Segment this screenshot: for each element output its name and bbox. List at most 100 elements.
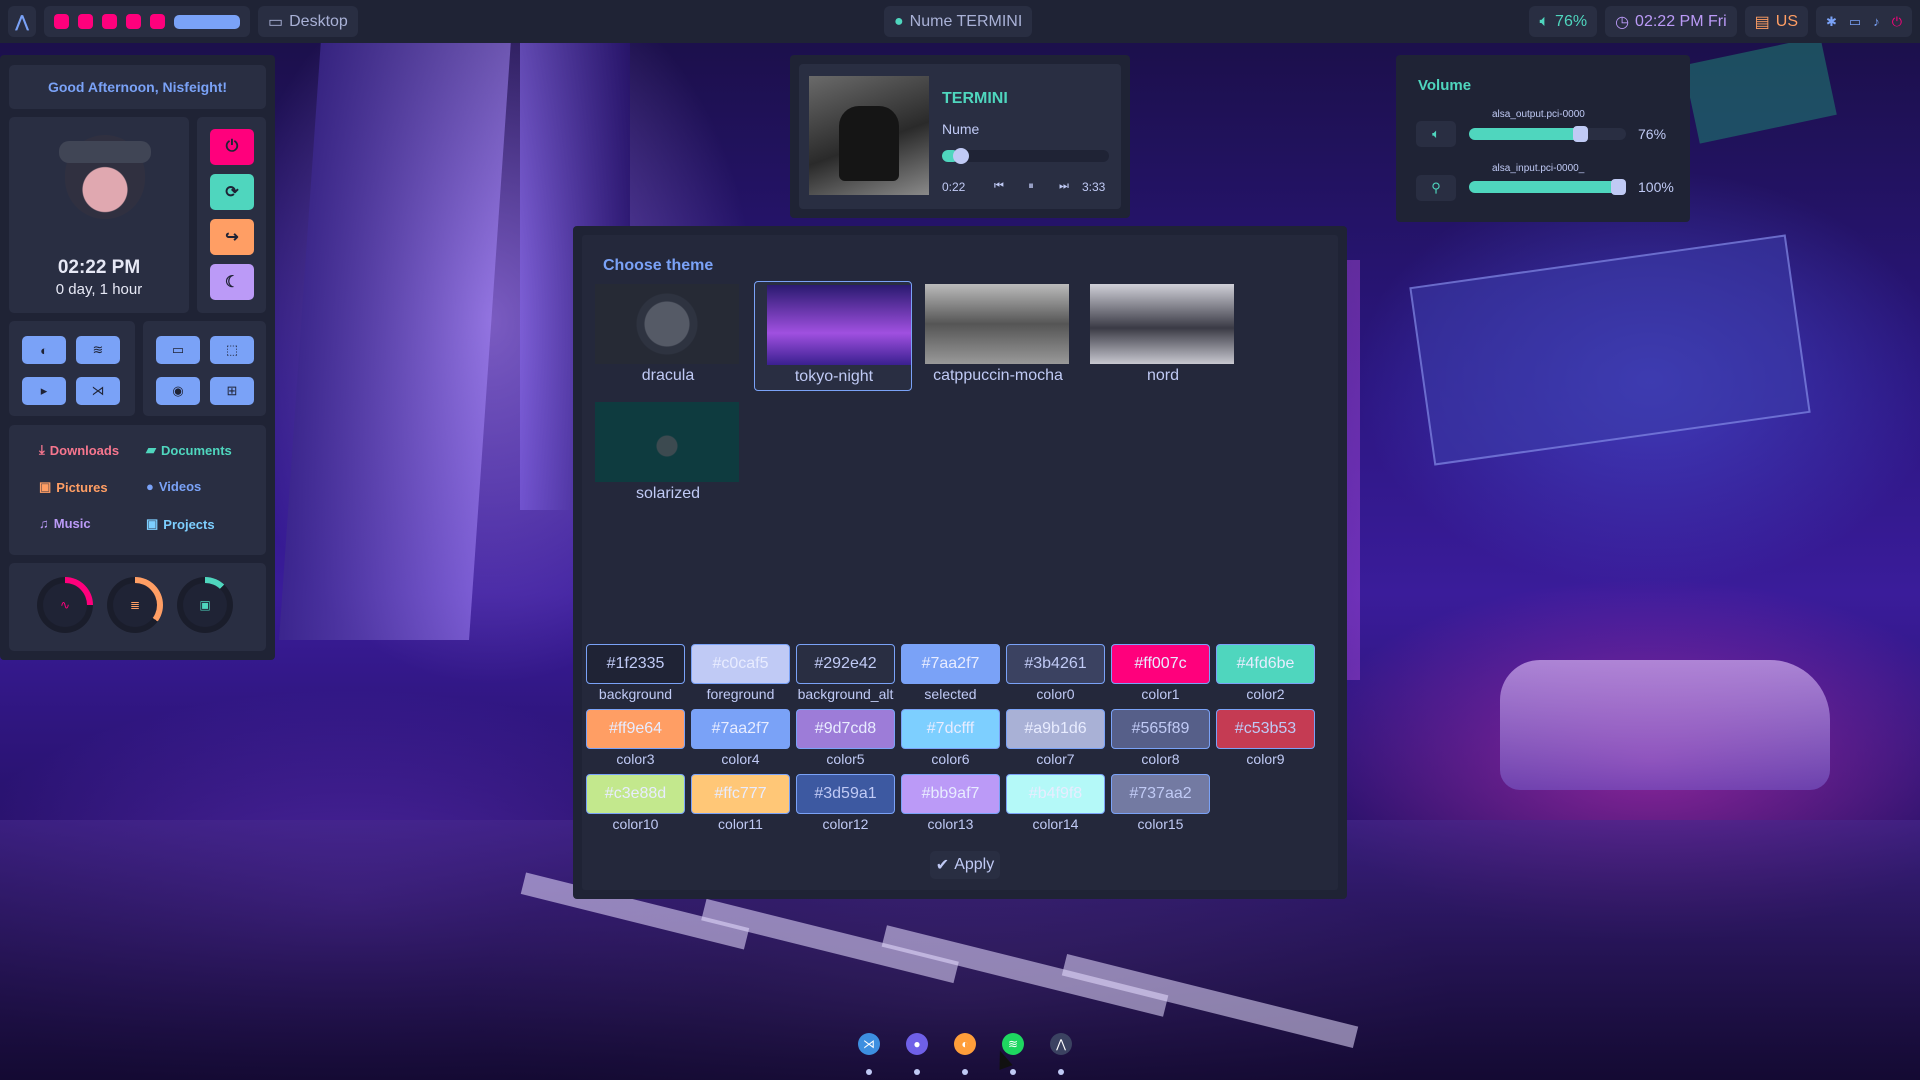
folder-music[interactable]: ♫ Music [39,516,91,531]
firefox-icon[interactable]: ◐ [22,336,66,364]
color-swatch-background_alt[interactable]: #292e42 [796,644,895,684]
previous-track-icon[interactable]: ⏮ [989,176,1009,196]
firefox-icon[interactable]: ◐ [954,1033,976,1055]
pause-icon[interactable]: ⏸ [1021,176,1041,196]
theme-option-nord[interactable]: nord [1084,281,1242,391]
color-swatch-color13[interactable]: #bb9af7 [901,774,1000,814]
seek-bar[interactable] [942,148,1109,164]
vscode-icon[interactable]: ⋊ [76,377,120,405]
apps-grid-icon[interactable]: ⊞ [210,377,254,405]
color-swatch-color11[interactable]: #ffc777 [691,774,790,814]
volume-title: Volume [1418,77,1472,94]
theme-option-catppuccin-mocha[interactable]: catppuccin-mocha [919,281,1077,391]
bluetooth-icon[interactable]: ✱ [1826,14,1837,30]
dashboard-panel: Good Afternoon, Nisfeight! 02:22 PM 0 da… [0,55,275,660]
tray: ✱ ▭ ♪ ⏻ [1816,6,1912,37]
speaker-icon[interactable]: 🔈︎ [1416,121,1456,147]
input-volume-handle[interactable] [1611,179,1626,195]
terminal-icon[interactable]: ▸ [22,377,66,405]
next-track-icon[interactable]: ⏭ [1054,176,1074,196]
color-swatch-color6[interactable]: #7dcfff [901,709,1000,749]
color-swatch-color2[interactable]: #4fd6be [1216,644,1315,684]
screenshot-icon[interactable]: ⬚ [210,336,254,364]
clock[interactable]: ◷ 02:22 PM Fri [1605,6,1737,37]
workspace-active[interactable] [174,14,240,29]
color-swatch-color5[interactable]: #9d7cd8 [796,709,895,749]
workspace-button[interactable] [102,14,117,29]
cpu-gauge: ∿ [37,577,93,633]
theme-option-dracula[interactable]: dracula [589,281,747,391]
launcher-logo-icon[interactable]: ⋀ [8,6,36,37]
theme-option-solarized[interactable]: solarized [589,399,747,509]
vscode-icon[interactable]: ⋊ [858,1033,880,1055]
theme-preview-image [925,284,1069,364]
album-cover-art [839,106,899,181]
wallpaper-building [279,40,511,640]
record-icon[interactable]: ◉ [156,377,200,405]
screen-icon[interactable]: ▭ [1849,14,1861,30]
color-swatch-color1[interactable]: #ff007c [1111,644,1210,684]
monitor-icon[interactable]: ▭ [156,336,200,364]
workspace-button[interactable] [78,14,93,29]
input-volume-slider[interactable] [1469,179,1626,195]
active-window-label: Desktop [289,12,348,30]
volume-panel: Volume alsa_output.pci-0000 🔈︎ 76% alsa_… [1396,55,1690,222]
color-swatch-label: color9 [1246,751,1285,767]
folder-label: Downloads [49,442,120,458]
spotify-icon: ● [894,12,904,30]
folder-downloads[interactable]: ⤓ Downloads [39,442,119,458]
spotify-icon[interactable]: ≋ [76,336,120,364]
output-volume-handle[interactable] [1573,126,1589,142]
microphone-icon[interactable]: ⚲ [1416,175,1456,201]
refresh-icon[interactable]: ⟳ [210,174,254,210]
color-swatch-color3[interactable]: #ff9e64 [586,709,685,749]
profile-card: 02:22 PM 0 day, 1 hour [9,117,189,313]
active-window[interactable]: ▭ Desktop [258,6,358,37]
seek-bar-handle[interactable] [952,148,969,164]
color-swatch-color14[interactable]: #b4f9f8 [1006,774,1105,814]
color-swatch-color4[interactable]: #7aa2f7 [691,709,790,749]
color-swatch-selected[interactable]: #7aa2f7 [901,644,1000,684]
wallpaper-road-sign [1409,234,1811,466]
workspace-button[interactable] [126,14,141,29]
color-swatch-color0[interactable]: #3b4261 [1006,644,1105,684]
monitor-icon: ▭ [268,13,284,31]
moon-icon[interactable]: ☾ [210,264,254,300]
color-swatch-color7[interactable]: #a9b1d6 [1006,709,1105,749]
color-swatch-color12[interactable]: #3d59a1 [796,774,895,814]
folder-pictures[interactable]: ▣ Pictures [39,479,108,495]
color-swatch-background[interactable]: #1f2335 [586,644,685,684]
workspaces [44,6,250,37]
media-indicator[interactable]: ● Nume TERMINI [884,6,1033,37]
theme-name: tokyo-night [794,368,874,385]
color-swatch-color15[interactable]: #737aa2 [1111,774,1210,814]
color-swatch-label: color0 [1036,686,1075,702]
color-swatch-color8[interactable]: #565f89 [1111,709,1210,749]
theme-option-tokyo-night[interactable]: tokyo-night [754,281,912,391]
notification-bell-icon[interactable]: ♪ [1873,14,1880,29]
folder-icon: ⤓ [39,442,45,457]
logout-icon[interactable]: ↪ [210,219,254,255]
folder-projects[interactable]: ▣ Projects [146,516,215,532]
song-artist: Nume [942,121,980,137]
keyboard-layout[interactable]: ▤ US [1744,6,1808,37]
folder-label: Pictures [56,479,108,495]
theme-name: dracula [641,367,695,384]
folder-label: Music [53,516,91,531]
clock-icon: ◷ [1615,13,1630,31]
power-icon[interactable]: ⏻ [1892,14,1902,30]
color-swatch-label: color3 [616,751,655,767]
color-swatch-color9[interactable]: #c53b53 [1216,709,1315,749]
apply-button[interactable]: ✔ Apply [930,851,1000,879]
workspace-button[interactable] [150,14,165,29]
power-icon[interactable]: ⏻ [210,129,254,165]
workspace-button[interactable] [54,14,69,29]
output-volume-slider[interactable] [1469,126,1626,142]
color-swatch-color10[interactable]: #c3e88d [586,774,685,814]
launcher-icon[interactable]: ⋀ [1050,1033,1072,1055]
volume-indicator[interactable]: 🔈︎ 76% [1529,6,1598,37]
folder-documents[interactable]: ▰ Documents [146,442,232,458]
color-swatch-foreground[interactable]: #c0caf5 [691,644,790,684]
folder-videos[interactable]: ● Videos [146,479,201,494]
discord-icon[interactable]: ● [906,1033,928,1055]
